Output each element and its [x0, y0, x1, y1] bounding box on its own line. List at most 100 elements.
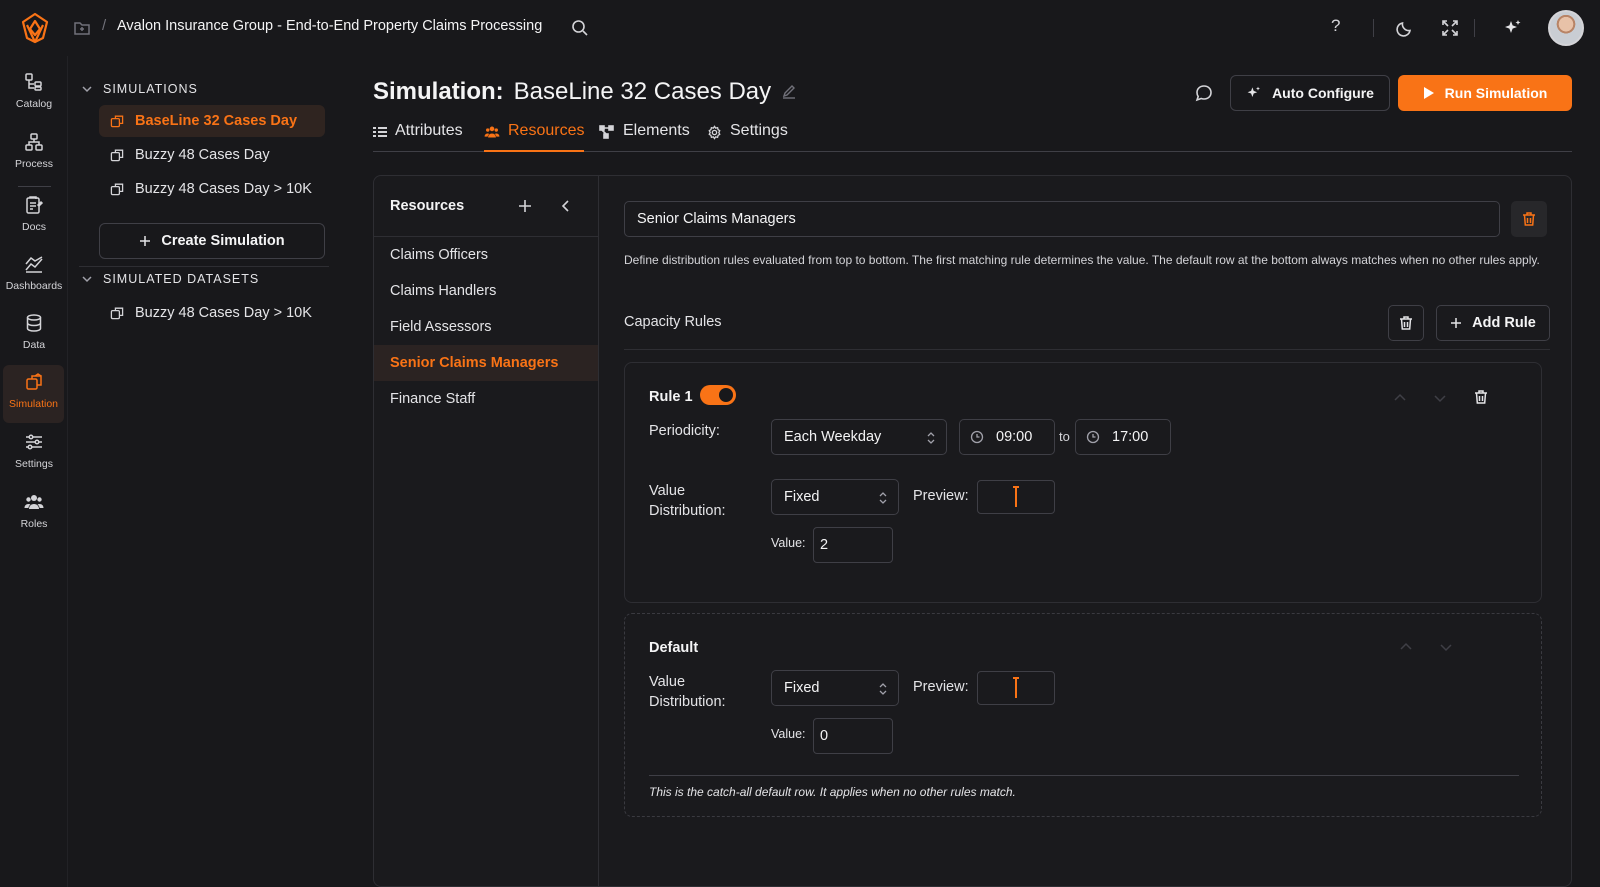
title-prefix: Simulation:: [373, 78, 504, 105]
resource-item[interactable]: Senior Claims Managers: [374, 345, 598, 381]
value-input[interactable]: 0: [813, 718, 893, 754]
distribution-select[interactable]: Fixed: [771, 670, 899, 706]
rail-item-catalog[interactable]: Catalog: [0, 72, 68, 130]
rail-item-roles[interactable]: Roles: [0, 492, 68, 550]
tab-label: Elements: [623, 122, 690, 139]
resource-item[interactable]: Claims Handlers: [374, 273, 598, 309]
simulation-label: BaseLine 32 Cases Day: [135, 113, 298, 129]
sidebar: SIMULATIONS BaseLine 32 Cases Day Buzzy …: [69, 56, 334, 887]
dark-mode-icon[interactable]: [1395, 18, 1415, 38]
divider: [1373, 19, 1374, 37]
select-caret-icon: [879, 683, 887, 695]
rail-label-simulation: Simulation: [8, 398, 59, 410]
rail-divider: [18, 186, 51, 187]
tab-elements[interactable]: Elements: [599, 122, 690, 152]
chevron-down-icon: [82, 86, 92, 93]
time-to-input[interactable]: 17:00: [1075, 419, 1171, 455]
help-icon[interactable]: ?: [1331, 16, 1340, 36]
move-up-icon[interactable]: [1393, 391, 1407, 405]
database-icon: [26, 314, 42, 332]
tab-settings[interactable]: Settings: [707, 122, 788, 152]
list-icon: [373, 127, 387, 137]
delete-resource-button[interactable]: [1511, 201, 1547, 237]
periodicity-value: Each Weekday: [784, 429, 882, 445]
dataset-label: Buzzy 48 Cases Day > 10K: [135, 305, 312, 321]
divider: [1474, 19, 1475, 37]
rail-label-settings: Settings: [15, 458, 53, 470]
resource-detail: Senior Claims Managers Define distributi…: [600, 176, 1572, 887]
tab-attributes[interactable]: Attributes: [373, 122, 463, 152]
datasets-section-header[interactable]: SIMULATED DATASETS: [81, 272, 259, 286]
sliders-icon: [26, 434, 42, 450]
users-icon: [484, 126, 500, 138]
move-down-icon: [1439, 640, 1453, 654]
ai-sparkle-icon[interactable]: [1503, 18, 1523, 38]
resource-name-input[interactable]: Senior Claims Managers: [624, 201, 1500, 237]
app-logo-icon[interactable]: [18, 11, 52, 45]
add-resource-icon[interactable]: [517, 198, 533, 214]
simulations-heading: SIMULATIONS: [103, 82, 198, 96]
distribution-select[interactable]: Fixed: [771, 479, 899, 515]
project-title[interactable]: Avalon Insurance Group - End-to-End Prop…: [117, 18, 542, 34]
breadcrumb-separator: /: [102, 17, 107, 34]
edit-pencil-icon[interactable]: [781, 83, 797, 99]
simulation-icon: [110, 307, 124, 320]
simulation-item[interactable]: Buzzy 48 Cases Day > 10K: [99, 173, 325, 205]
create-simulation-button[interactable]: Create Simulation: [99, 223, 325, 259]
tab-resources[interactable]: Resources: [484, 122, 585, 152]
value-input[interactable]: 2: [813, 527, 893, 563]
rail-item-simulation[interactable]: Simulation: [3, 365, 64, 423]
rail-item-data[interactable]: Data: [0, 313, 68, 371]
search-icon[interactable]: [570, 18, 590, 38]
auto-configure-button[interactable]: Auto Configure: [1230, 75, 1390, 111]
simulation-item[interactable]: BaseLine 32 Cases Day: [99, 105, 325, 137]
distribution-preview: [977, 671, 1055, 705]
simulation-name: BaseLine 32 Cases Day: [513, 78, 772, 105]
run-simulation-button[interactable]: Run Simulation: [1398, 75, 1572, 111]
value-distribution-line1: Value: [649, 483, 686, 499]
periodicity-select[interactable]: Each Weekday: [771, 419, 947, 455]
fullscreen-icon[interactable]: [1440, 18, 1460, 38]
resource-item[interactable]: Claims Officers: [374, 237, 598, 273]
rule-card: Rule 1 Periodicity: Each Weekday 09:00 t…: [624, 362, 1542, 603]
collapse-chevron-left-icon[interactable]: [558, 198, 574, 214]
rail-item-process[interactable]: Process: [0, 132, 68, 190]
preview-bar: [1015, 487, 1017, 507]
rail-label-docs: Docs: [22, 221, 46, 233]
clock-icon: [970, 430, 984, 444]
rail-item-dashboards[interactable]: Dashboards: [0, 254, 68, 312]
folder-icon[interactable]: [73, 19, 91, 37]
rail-label-data: Data: [22, 339, 46, 351]
time-to-value: 17:00: [1112, 429, 1149, 445]
clock-icon: [1086, 430, 1100, 444]
add-rule-button[interactable]: Add Rule: [1436, 305, 1550, 341]
auto-configure-label: Auto Configure: [1272, 85, 1374, 101]
periodicity-label: Periodicity:: [649, 423, 720, 439]
rail-item-docs[interactable]: Docs: [0, 195, 68, 253]
rule-enabled-toggle[interactable]: [700, 385, 736, 405]
rail-label-dashboards: Dashboards: [5, 280, 63, 292]
move-up-icon: [1399, 640, 1413, 654]
resource-item[interactable]: Field Assessors: [374, 309, 598, 345]
resources-heading: Resources: [390, 198, 465, 214]
default-rule-card: Default Value Distribution: Fixed Previe…: [624, 613, 1542, 817]
dashboards-icon: [25, 256, 43, 273]
delete-rule-icon[interactable]: [1473, 389, 1489, 405]
run-simulation-label: Run Simulation: [1444, 85, 1548, 101]
dataset-item[interactable]: Buzzy 48 Cases Day > 10K: [99, 297, 325, 329]
resource-item[interactable]: Finance Staff: [374, 381, 598, 417]
divider: [649, 775, 1519, 776]
select-caret-icon: [879, 492, 887, 504]
simulation-item[interactable]: Buzzy 48 Cases Day: [99, 139, 325, 171]
comment-icon[interactable]: [1194, 83, 1214, 103]
user-avatar[interactable]: [1548, 10, 1584, 46]
process-icon: [25, 133, 43, 151]
plus-icon: [1451, 318, 1462, 328]
tab-label: Resources: [508, 122, 585, 139]
simulations-section-header[interactable]: SIMULATIONS: [81, 82, 198, 96]
select-caret-icon: [927, 432, 935, 444]
delete-all-rules-button[interactable]: [1388, 305, 1424, 341]
time-from-input[interactable]: 09:00: [959, 419, 1055, 455]
move-down-icon[interactable]: [1433, 391, 1447, 405]
rail-item-settings[interactable]: Settings: [0, 432, 68, 490]
